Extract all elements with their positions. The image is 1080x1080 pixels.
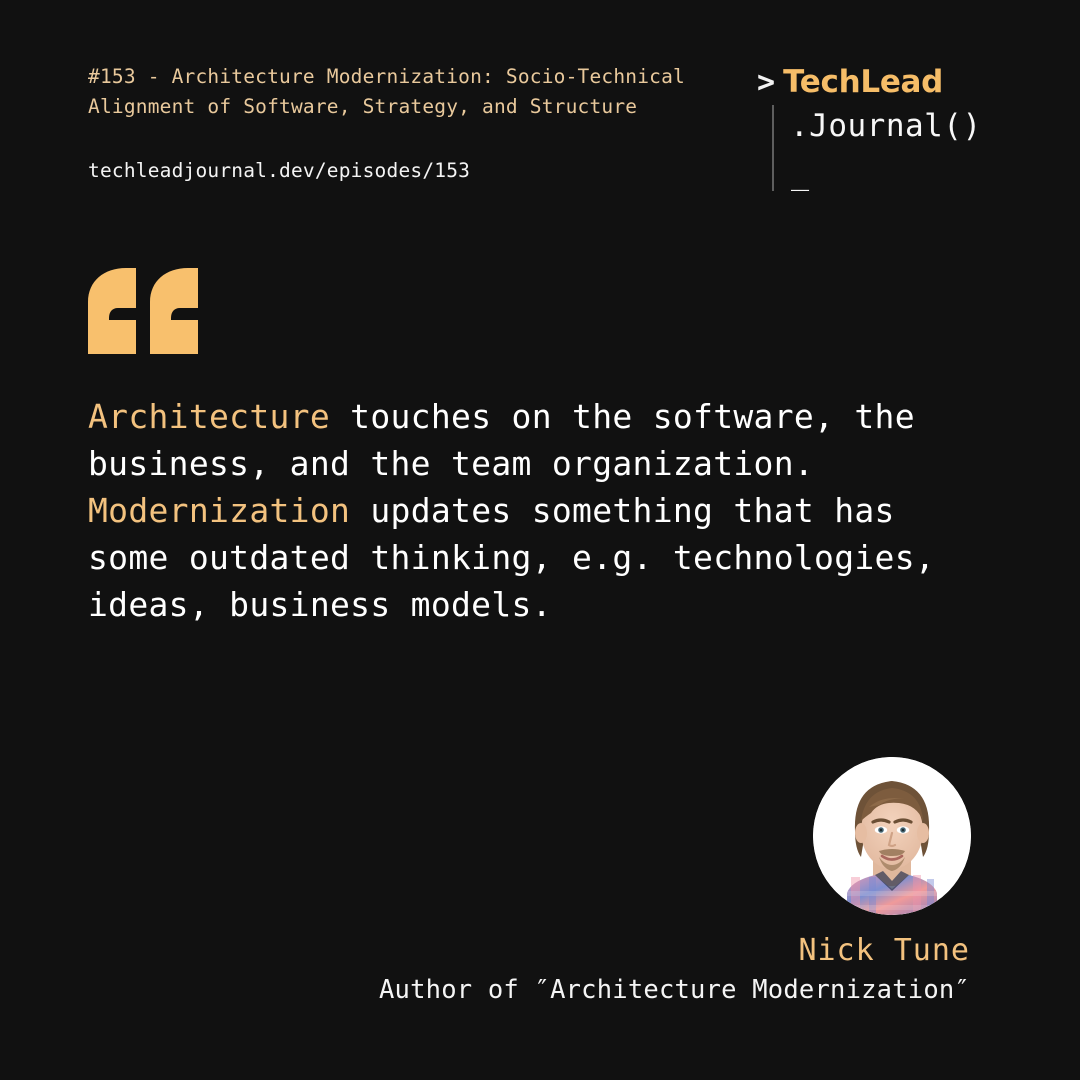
episode-title: #153 - Architecture Modernization: Socio… (88, 65, 685, 118)
quote-line-2: business, and the team organization. (88, 444, 815, 483)
logo-vertical-divider (772, 105, 774, 191)
quote-line-1: Architecture touches on the software, th… (88, 393, 998, 440)
techleadjournal-logo[interactable]: > TechLead .Journal() _ (757, 64, 1057, 209)
logo-suffix-text: .Journal() (790, 108, 982, 144)
logo-brand-text: TechLead (783, 64, 944, 100)
avatar (813, 757, 971, 915)
episode-url[interactable]: techleadjournal.dev/episodes/153 (88, 158, 748, 184)
quote-highlight-architecture: Architecture (88, 397, 331, 436)
quote-card: #153 - Architecture Modernization: Socio… (0, 0, 1080, 1080)
quote-text: Architecture touches on the software, th… (88, 393, 998, 628)
episode-header: #153 - Architecture Modernization: Socio… (88, 62, 748, 184)
logo-top-row: > TechLead (757, 64, 943, 101)
terminal-cursor-icon: _ (791, 157, 810, 192)
attribution: Nick Tune Author of ″Architecture Modern… (270, 932, 970, 1007)
quote-line-3-rest: updates something that has (350, 491, 895, 530)
quote-line-1-rest: touches on the software, the (330, 397, 915, 436)
avatar-photo (813, 757, 971, 915)
guest-role: Author of ″Architecture Modernization″ (379, 975, 970, 1005)
quote-highlight-modernization: Modernization (88, 491, 351, 530)
quote-line-4: some outdated thinking, e.g. technologie… (88, 538, 936, 577)
guest-name: Nick Tune (798, 933, 970, 968)
quote-line-5: ideas, business models. (88, 585, 552, 624)
terminal-prompt-icon: > (757, 65, 776, 100)
open-quote-icon (88, 268, 200, 354)
quote-line-3: Modernization updates something that has (88, 487, 998, 534)
